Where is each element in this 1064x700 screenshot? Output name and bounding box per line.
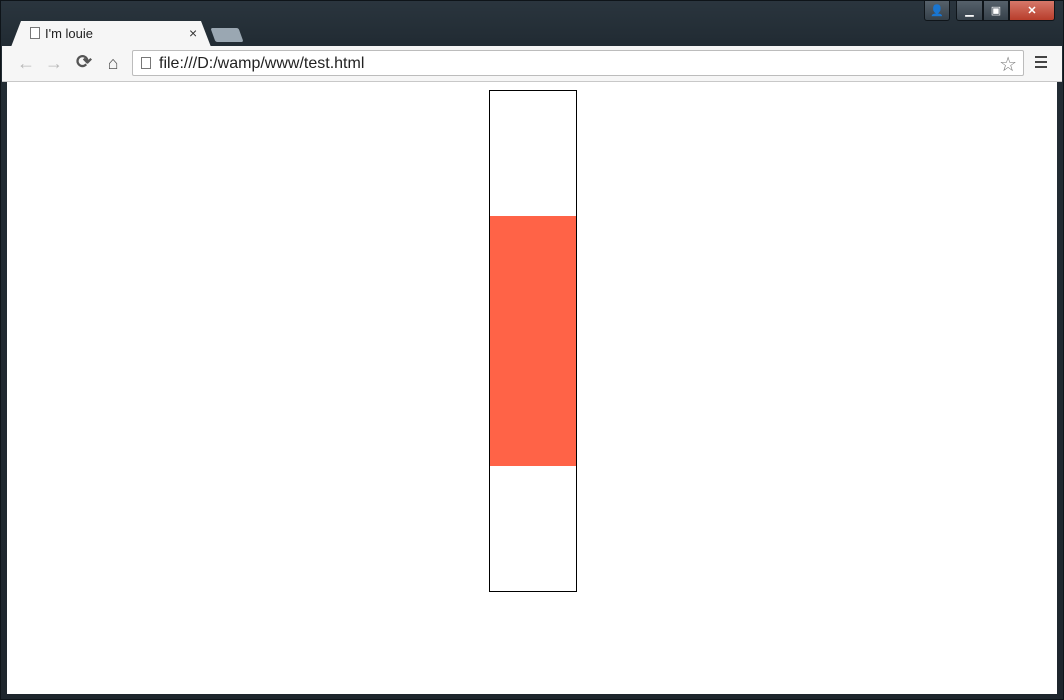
page-viewport — [7, 82, 1057, 694]
user-icon[interactable]: 👤 — [924, 1, 950, 21]
new-tab-button[interactable] — [210, 28, 244, 42]
minimize-button[interactable]: ▁ — [956, 1, 983, 21]
url-text[interactable]: file:///D:/wamp/www/test.html — [159, 55, 364, 73]
close-window-button[interactable]: ✕ — [1009, 1, 1055, 21]
menu-line — [1035, 56, 1047, 58]
page-icon — [141, 57, 151, 69]
reload-icon[interactable]: ⟳ — [74, 53, 94, 73]
tab-active[interactable]: I'm louie × — [11, 21, 211, 47]
menu-line — [1035, 66, 1047, 68]
menu-line — [1035, 61, 1047, 63]
browser-window: I'm louie × 👤 ▁ ▣ ✕ ← → ⟳ ⌂ file:///D:/w… — [0, 0, 1064, 700]
window-controls: 👤 ▁ ▣ ✕ — [924, 1, 1055, 21]
bookmark-star-icon[interactable]: ☆ — [999, 52, 1017, 77]
outlined-box — [489, 90, 577, 592]
home-icon[interactable]: ⌂ — [103, 53, 123, 73]
tab-close-icon[interactable]: × — [189, 25, 197, 41]
address-bar[interactable]: file:///D:/wamp/www/test.html ☆ — [132, 50, 1024, 76]
forward-arrow-icon[interactable]: → — [44, 53, 64, 73]
tab-title: I'm louie — [45, 26, 94, 41]
menu-icon[interactable] — [1033, 53, 1049, 71]
maximize-button[interactable]: ▣ — [983, 1, 1009, 21]
colored-bar — [490, 216, 576, 466]
back-arrow-icon[interactable]: ← — [16, 53, 36, 73]
browser-toolbar: ← → ⟳ ⌂ file:///D:/wamp/www/test.html ☆ — [2, 46, 1062, 82]
title-bar: I'm louie × 👤 ▁ ▣ ✕ — [1, 1, 1063, 47]
page-icon — [30, 27, 40, 39]
